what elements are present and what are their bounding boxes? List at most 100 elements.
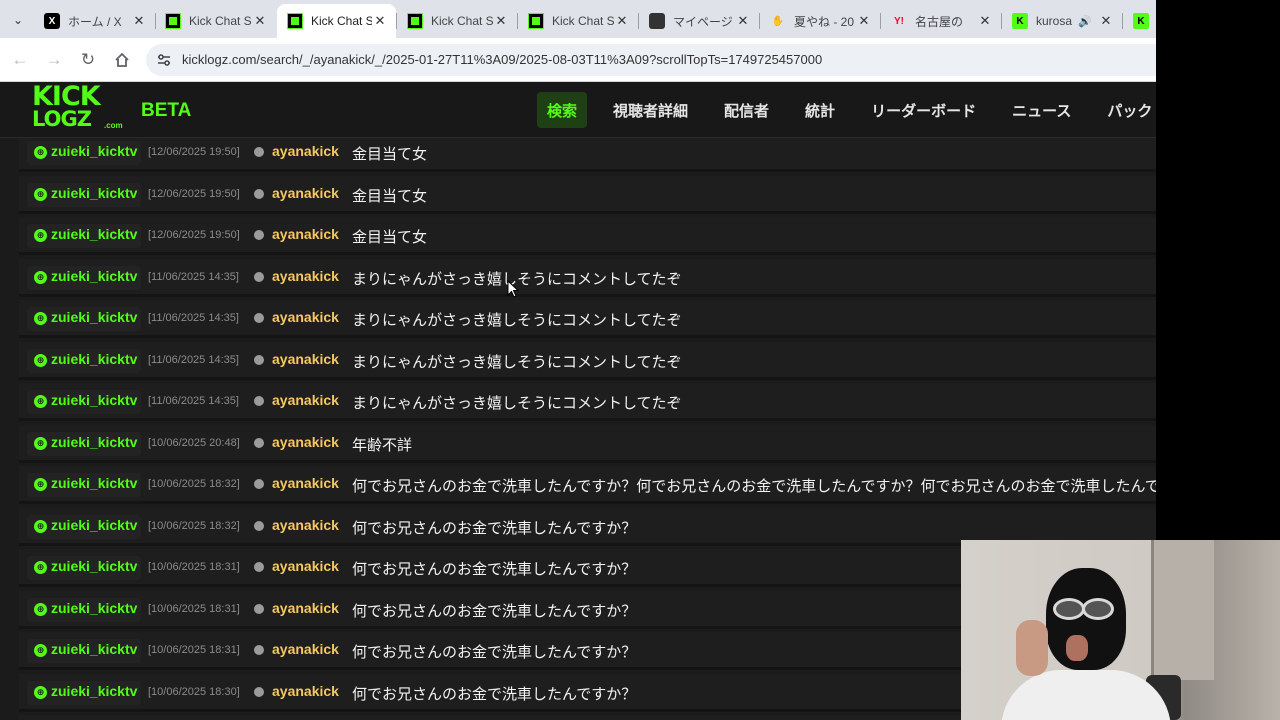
reload-icon[interactable]: ↻ bbox=[76, 48, 100, 72]
chat-row: ⊕ zuieki_kicktv [12/06/2025 19:50] ayanakic… bbox=[19, 175, 1156, 214]
chat-channel[interactable]: ayanakick bbox=[272, 558, 339, 574]
speaker-icon[interactable]: 🔊 bbox=[1078, 15, 1092, 28]
close-icon[interactable]: ✕ bbox=[372, 13, 388, 29]
chat-message: まりにゃんがさっき嬉しそうにコメントしてたぞ bbox=[352, 312, 682, 329]
close-icon[interactable]: ✕ bbox=[1098, 13, 1114, 29]
back-arrow-icon[interactable]: ← bbox=[8, 48, 32, 72]
tab-kick-chat-3[interactable]: Kick Chat S ✕ bbox=[397, 4, 517, 38]
chat-username[interactable]: zuieki_kicktv bbox=[51, 226, 137, 242]
site-header: KICK LOGZ .com BETA 検索 視聴者詳細 配信者 統計 リーダー… bbox=[0, 82, 1156, 138]
nav-search[interactable]: 検索 bbox=[537, 92, 588, 128]
chat-message: 金目当て女 bbox=[352, 229, 428, 246]
close-icon[interactable]: ✕ bbox=[252, 13, 268, 29]
chat-username[interactable]: zuieki_kicktv bbox=[51, 600, 137, 616]
tab-natsu[interactable]: ✋ 夏やね - 20 ✕ bbox=[760, 4, 880, 38]
chat-username[interactable]: zuieki_kicktv bbox=[51, 558, 137, 574]
tab-kick-chat-active[interactable]: Kick Chat S ✕ bbox=[277, 4, 396, 38]
chat-channel[interactable]: ayanakick bbox=[272, 641, 339, 657]
globe-icon: ⊕ bbox=[34, 187, 47, 201]
chat-username[interactable]: zuieki_kicktv bbox=[51, 683, 137, 699]
globe-icon: ⊕ bbox=[34, 312, 47, 325]
chat-channel[interactable]: ayanakick bbox=[272, 434, 339, 450]
globe-icon: ⊕ bbox=[34, 436, 47, 450]
kick-logo-icon bbox=[407, 13, 423, 29]
globe-icon: ⊕ bbox=[34, 519, 47, 533]
globe-icon: ⊕ bbox=[34, 229, 47, 242]
chat-channel[interactable]: ayanakick bbox=[272, 392, 339, 408]
close-icon[interactable]: ✕ bbox=[856, 13, 872, 29]
close-icon[interactable]: ✕ bbox=[131, 13, 147, 29]
url-text[interactable]: kicklogz.com/search/_/ayanakick/_/2025-0… bbox=[182, 52, 822, 67]
chat-username[interactable]: zuieki_kicktv bbox=[51, 517, 137, 533]
tab-kurosa[interactable]: K kurosa 🔊 ✕ bbox=[1002, 4, 1122, 38]
chat-row: ⊕ zuieki_kicktv [11/06/2025 14:35] ayanakic… bbox=[19, 258, 1156, 297]
close-icon[interactable]: ✕ bbox=[614, 13, 630, 29]
channel-dot-icon bbox=[254, 354, 264, 365]
nav-pack[interactable]: パック bbox=[1089, 92, 1156, 128]
tab-kick-chat-4[interactable]: Kick Chat S ✕ bbox=[518, 4, 638, 38]
beta-label: BETA bbox=[141, 100, 192, 121]
chat-timestamp: [10/06/2025 18:31] bbox=[148, 644, 240, 656]
home-icon[interactable] bbox=[110, 48, 134, 72]
tab-kick-chat-1[interactable]: Kick Chat S ✕ bbox=[155, 4, 276, 38]
webcam-overlay bbox=[961, 540, 1280, 720]
forward-arrow-icon[interactable]: → bbox=[42, 48, 66, 72]
chat-timestamp: [10/06/2025 18:30] bbox=[148, 685, 240, 698]
chat-username[interactable]: zuieki_kicktv bbox=[51, 268, 137, 284]
kicklogz-logo[interactable]: KICK LOGZ .com bbox=[32, 83, 128, 135]
nav-leaderboard[interactable]: リーダーボード bbox=[853, 92, 994, 128]
x-logo-icon: X bbox=[44, 13, 60, 29]
channel-dot-icon bbox=[254, 603, 264, 614]
chat-username[interactable]: zuieki_kicktv bbox=[51, 392, 137, 408]
chat-channel[interactable]: ayanakick bbox=[272, 351, 339, 367]
close-icon[interactable]: ✕ bbox=[735, 13, 751, 29]
chat-username[interactable]: zuieki_kicktv bbox=[51, 185, 137, 201]
chat-username[interactable]: zuieki_kicktv bbox=[51, 475, 137, 491]
chat-channel[interactable]: ayanakick bbox=[272, 185, 339, 201]
globe-icon: ⊕ bbox=[34, 561, 47, 574]
chat-channel[interactable]: ayanakick bbox=[272, 226, 339, 242]
mouse-cursor-icon bbox=[507, 280, 519, 298]
chat-username[interactable]: zuieki_kicktv bbox=[51, 351, 137, 367]
chat-channel[interactable]: ayanakick bbox=[272, 309, 339, 325]
close-icon[interactable]: ✕ bbox=[977, 13, 993, 29]
nav-stats[interactable]: 統計 bbox=[787, 92, 853, 128]
address-bar[interactable]: kicklogz.com/search/_/ayanakick/_/2025-0… bbox=[146, 44, 1156, 76]
site-info-icon[interactable] bbox=[154, 50, 174, 70]
tab-search-chevron-icon[interactable]: ⌄ bbox=[8, 10, 28, 30]
nav-news[interactable]: ニュース bbox=[994, 92, 1089, 128]
chat-username[interactable]: zuieki_kicktv bbox=[51, 143, 137, 159]
chat-channel[interactable]: ayanakick bbox=[272, 143, 339, 159]
hand-icon: ✋ bbox=[771, 15, 785, 27]
nav-streamers[interactable]: 配信者 bbox=[706, 92, 787, 128]
globe-icon: ⊕ bbox=[34, 685, 47, 699]
channel-dot-icon bbox=[254, 520, 264, 531]
tab-nagoya[interactable]: Y! 名古屋の ✕ bbox=[881, 4, 1001, 38]
chat-channel[interactable]: ayanakick bbox=[272, 475, 339, 491]
nav-viewer-details[interactable]: 視聴者詳細 bbox=[595, 92, 706, 128]
tab-x-home[interactable]: X ホーム / X ✕ bbox=[34, 4, 155, 38]
channel-dot-icon bbox=[254, 271, 264, 282]
chat-timestamp: [11/06/2025 14:35] bbox=[148, 270, 239, 283]
main-nav: 検索 視聴者詳細 配信者 統計 リーダーボード ニュース パック bbox=[537, 92, 1156, 128]
chat-username[interactable]: zuieki_kicktv bbox=[51, 309, 137, 325]
chat-channel[interactable]: ayanakick bbox=[272, 268, 339, 284]
chat-channel[interactable]: ayanakick bbox=[272, 683, 339, 699]
channel-dot-icon bbox=[254, 188, 264, 199]
yahoo-icon: Y! bbox=[894, 15, 904, 27]
chat-row: ⊕ zuieki_kicktv [10/06/2025 20:48] ayanakic… bbox=[19, 424, 1156, 463]
chat-timestamp: [10/06/2025 20:48] bbox=[148, 436, 240, 449]
webcam-door bbox=[1151, 540, 1214, 680]
chat-username[interactable]: zuieki_kicktv bbox=[51, 434, 137, 450]
kick-k-icon: K bbox=[1133, 13, 1149, 29]
chat-channel[interactable]: ayanakick bbox=[272, 600, 339, 616]
tab-mypage[interactable]: マイページ ✕ bbox=[639, 4, 759, 38]
chat-message: 何でお兄さんのお金で洗車したんですか？ bbox=[352, 685, 637, 703]
chat-channel[interactable]: ayanakick bbox=[272, 517, 339, 533]
chat-username[interactable]: zuieki_kicktv bbox=[51, 641, 137, 657]
tab-kick-partial[interactable]: K bbox=[1123, 4, 1156, 38]
globe-icon: ⊕ bbox=[34, 644, 47, 657]
tab-title: Kick Chat S bbox=[189, 14, 252, 28]
close-icon[interactable]: ✕ bbox=[493, 13, 509, 29]
kick-logo-icon bbox=[528, 13, 544, 29]
